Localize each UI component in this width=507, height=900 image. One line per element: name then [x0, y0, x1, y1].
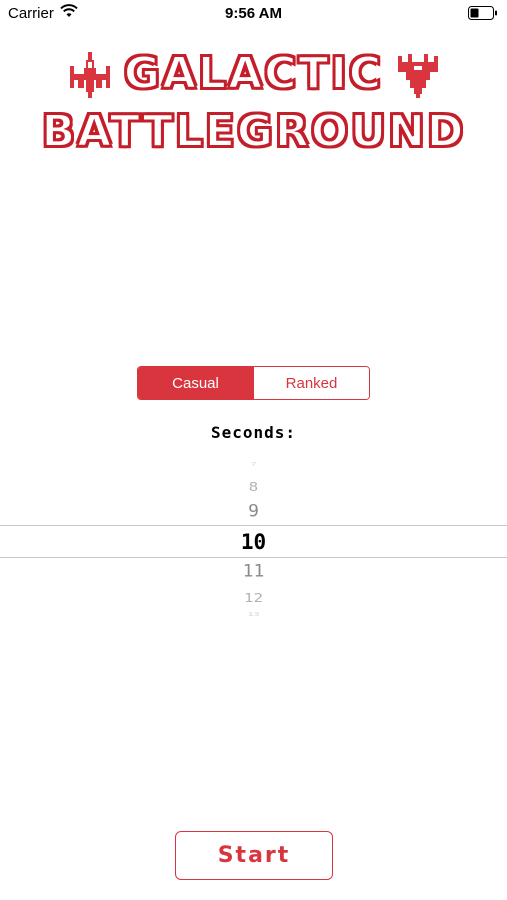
- casual-segment[interactable]: Casual: [138, 367, 253, 399]
- picker-item[interactable]: 7: [0, 462, 507, 468]
- picker-item[interactable]: 11: [0, 562, 507, 581]
- mode-segmented-control: Casual Ranked: [137, 366, 370, 400]
- picker-item[interactable]: 13: [0, 612, 507, 618]
- picker-selection-top-line: [0, 525, 507, 526]
- status-bar: Carrier 9:56 AM: [0, 0, 507, 28]
- picker-item[interactable]: 8: [0, 479, 507, 494]
- picker-selection-bottom-line: [0, 557, 507, 558]
- title-line-1: GALACTIC: [123, 47, 384, 100]
- title-line-2: BATTLEGROUND: [41, 105, 466, 158]
- picker-item-selected[interactable]: 10: [0, 530, 507, 554]
- ranked-segment[interactable]: Ranked: [253, 367, 369, 399]
- battery-icon: [468, 6, 497, 20]
- start-button[interactable]: Start: [175, 831, 333, 880]
- game-title: GALACTIC BATTLEGROUND: [0, 47, 507, 168]
- picker-item[interactable]: 12: [0, 590, 507, 605]
- seconds-picker[interactable]: 7 8 9 10 11 12 13: [0, 455, 507, 625]
- seconds-label: Seconds:: [210, 423, 297, 442]
- clock: 9:56 AM: [225, 5, 282, 22]
- picker-item[interactable]: 9: [0, 502, 507, 521]
